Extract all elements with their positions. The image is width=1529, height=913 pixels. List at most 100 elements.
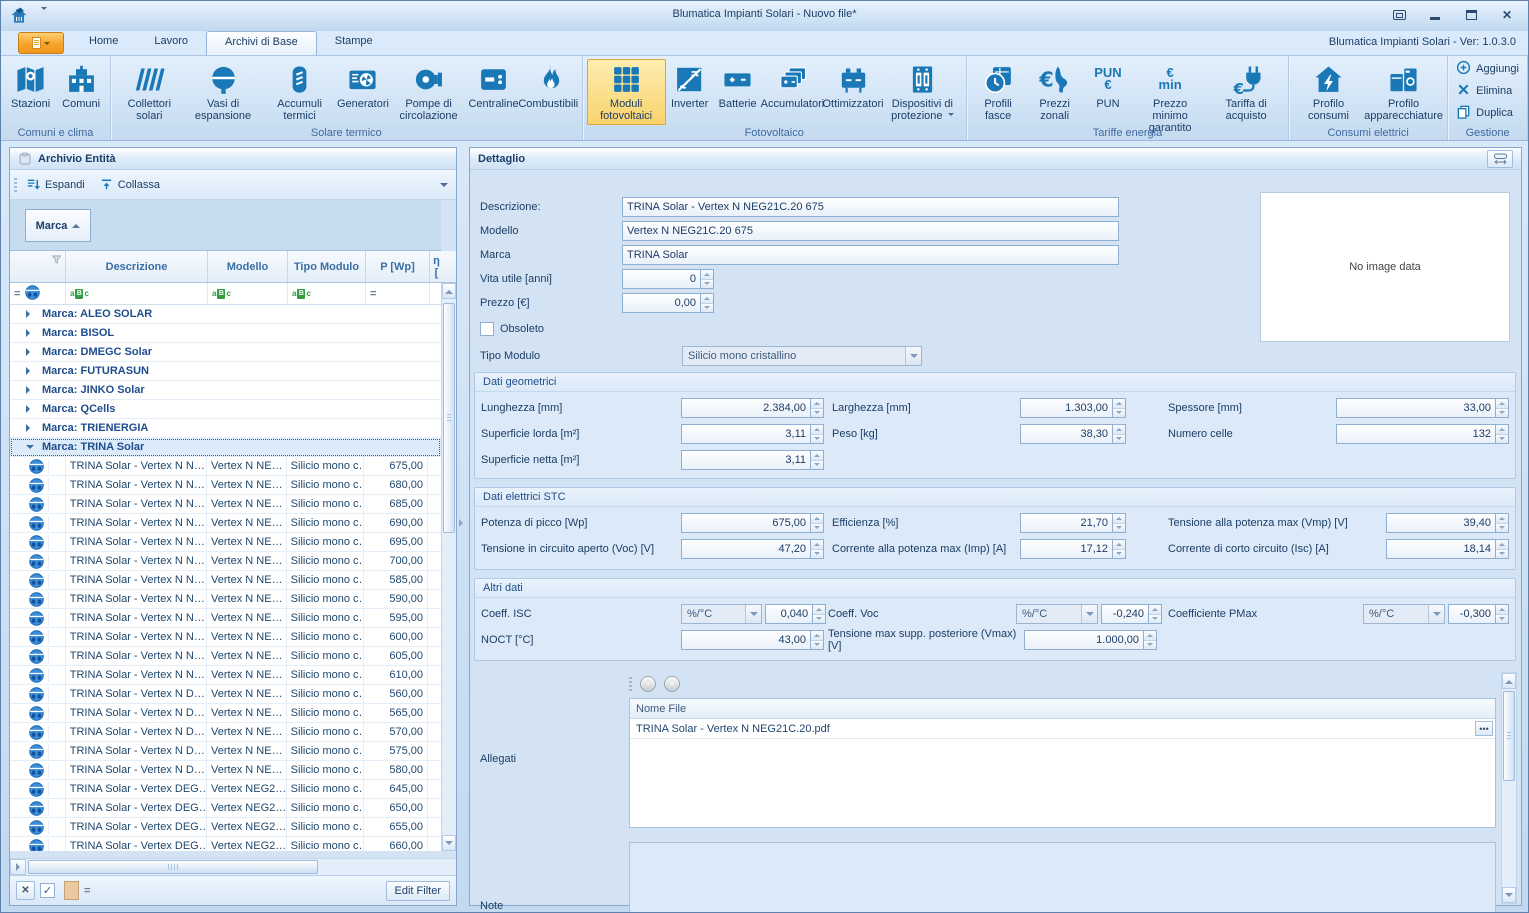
ribbon-item-combustibili[interactable]: Combustibili — [519, 59, 578, 113]
ribbon-item-generatori[interactable]: Generatori — [337, 59, 389, 113]
toolbar-grip[interactable] — [629, 677, 632, 691]
filter-equals-icon[interactable]: = — [370, 288, 376, 300]
column-header-descrizione[interactable]: Descrizione — [66, 251, 208, 282]
scrollbar-thumb[interactable] — [443, 303, 455, 533]
attachment-row[interactable]: TRINA Solar - Vertex N NEG21C.20.pdf ••• — [630, 719, 1495, 739]
group-row[interactable]: Marca: JINKO Solar — [10, 381, 441, 400]
scroll-up-icon[interactable] — [442, 283, 456, 299]
imp-input[interactable]: 17,12 — [1020, 539, 1113, 559]
tipo-modulo-select[interactable]: Silicio mono cristallino — [682, 346, 922, 366]
table-row[interactable]: TRINA Solar - Vertex N N… Vertex N NE… S… — [10, 514, 441, 533]
vmp-input[interactable]: 39,40 — [1386, 513, 1496, 533]
ribbon-item-dispositivi-di-protezione[interactable]: Dispositivi di protezione — [883, 59, 962, 125]
table-row[interactable]: TRINA Solar - Vertex N N… Vertex N NE… S… — [10, 552, 441, 571]
ribbon-item-tariffa-di-acquisto[interactable]: € Tariffa di acquisto — [1208, 59, 1284, 125]
expand-chevron-icon[interactable] — [26, 386, 34, 394]
descrizione-input[interactable]: TRINA Solar - Vertex N NEG21C.20 675 — [622, 197, 1119, 217]
table-row[interactable]: TRINA Solar - Vertex N N… Vertex N NE… S… — [10, 647, 441, 666]
table-row[interactable]: TRINA Solar - Vertex N N… Vertex N NE… S… — [10, 476, 441, 495]
ribbon-item-prezzo-minimo-garantito[interactable]: €min Prezzo minimo garantito — [1132, 59, 1208, 137]
ribbon-item-prezzi-zonali[interactable]: € Prezzi zonali — [1025, 59, 1084, 125]
minimize-button[interactable] — [1424, 7, 1446, 23]
scroll-right-icon[interactable] — [10, 859, 26, 875]
table-row[interactable]: TRINA Solar - Vertex N N… Vertex N NE… S… — [10, 666, 441, 685]
table-row[interactable]: TRINA Solar - Vertex N N… Vertex N NE… S… — [10, 495, 441, 514]
browse-attachment-button[interactable]: ••• — [1475, 721, 1493, 736]
ribbon-item-comuni[interactable]: Comuni — [56, 59, 106, 113]
expand-all-button[interactable]: Espandi — [26, 177, 85, 192]
panel-splitter[interactable] — [457, 147, 469, 906]
grid-vertical-scrollbar[interactable] — [441, 283, 456, 851]
superficie-lorda-input[interactable]: 3,11 — [681, 424, 811, 444]
fullscreen-button[interactable] — [1388, 7, 1410, 23]
vmax-input[interactable]: 1.000,00 — [1024, 630, 1144, 650]
dock-toggle-button[interactable] — [1487, 150, 1513, 168]
table-row[interactable]: TRINA Solar - Vertex N N… Vertex N NE… S… — [10, 590, 441, 609]
voc-input[interactable]: 47,20 — [681, 539, 811, 559]
column-header-modello[interactable]: Modello — [208, 251, 288, 282]
coeff-pmax-unit-select[interactable]: %/°C — [1363, 604, 1445, 624]
group-row[interactable]: Marca: ALEO SOLAR — [10, 305, 441, 324]
ribbon-item-pun[interactable]: PUN€ PUN — [1084, 59, 1132, 113]
marca-input[interactable]: TRINA Solar — [622, 245, 1119, 265]
scroll-up-icon[interactable] — [1502, 673, 1516, 689]
nome-file-column-header[interactable]: Nome File — [630, 699, 1495, 719]
collapse-chevron-icon[interactable] — [26, 445, 34, 453]
ribbon-item-batterie[interactable]: Batterie — [714, 59, 762, 113]
coeff-pmax-input[interactable]: -0,300 — [1448, 604, 1496, 624]
ribbon-item-vasi-di-espansione[interactable]: Vasi di espansione — [184, 59, 263, 125]
spessore-input[interactable]: 33,00 — [1336, 398, 1496, 418]
coeff-voc-unit-select[interactable]: %/°C — [1016, 604, 1098, 624]
ribbon-item-profili-fasce[interactable]: Profili fasce — [971, 59, 1026, 125]
application-menu-button[interactable] — [18, 32, 64, 54]
prezzo-spinner[interactable] — [701, 293, 714, 313]
coeff-isc-unit-select[interactable]: %/°C — [681, 604, 762, 624]
column-header-icon[interactable] — [10, 251, 66, 282]
table-row[interactable]: TRINA Solar - Vertex N N… Vertex N NE… S… — [10, 628, 441, 647]
ribbon-item-profilo-apparecchiature[interactable]: Profilo apparecchiature — [1364, 59, 1443, 125]
group-row[interactable]: Marca: FUTURASUN — [10, 362, 441, 381]
modello-input[interactable]: Vertex N NEG21C.20 675 — [622, 221, 1119, 241]
noct-input[interactable]: 43,00 — [681, 630, 811, 650]
vita-utile-spinner[interactable] — [701, 269, 714, 289]
ribbon-item-elimina[interactable]: Elimina — [1456, 82, 1512, 100]
column-header-p-wp[interactable]: P [Wp] — [366, 251, 430, 282]
filter-enabled-checkbox[interactable]: ✓ — [40, 883, 55, 898]
table-row[interactable]: TRINA Solar - Vertex DEG… Vertex NEG2… S… — [10, 818, 441, 837]
ribbon-item-accumuli-termici[interactable]: Accumuli termici — [262, 59, 336, 125]
ribbon-item-profilo-consumi[interactable]: Profilo consumi — [1293, 59, 1364, 125]
edit-filter-button[interactable]: Edit Filter — [386, 881, 450, 901]
add-attachment-button[interactable]: + — [640, 676, 656, 692]
toolbar-grip[interactable] — [14, 178, 17, 192]
expand-chevron-icon[interactable] — [26, 367, 34, 375]
vita-utile-input[interactable]: 0 — [622, 269, 701, 289]
table-row[interactable]: TRINA Solar - Vertex N D… Vertex N NE… S… — [10, 761, 441, 780]
table-row[interactable]: TRINA Solar - Vertex N D… Vertex N NE… S… — [10, 742, 441, 761]
scrollbar-thumb[interactable] — [1503, 691, 1515, 781]
detail-vertical-scrollbar[interactable] — [1501, 672, 1517, 904]
ribbon-item-collettori-solari[interactable]: Collettori solari — [115, 59, 184, 125]
table-row[interactable]: TRINA Solar - Vertex N N… Vertex N NE… S… — [10, 571, 441, 590]
expand-chevron-icon[interactable] — [26, 424, 34, 432]
ribbon-item-centraline[interactable]: Centraline — [468, 59, 519, 113]
coeff-isc-input[interactable]: 0,040 — [765, 604, 813, 624]
filter-funnel-icon[interactable] — [51, 254, 62, 265]
tab-stampe[interactable]: Stampe — [317, 31, 391, 55]
tab-lavoro[interactable]: Lavoro — [136, 31, 206, 55]
prezzo-input[interactable]: 0,00 — [622, 293, 701, 313]
ribbon-item-duplica[interactable]: Duplica — [1456, 104, 1513, 122]
isc-input[interactable]: 18,14 — [1386, 539, 1496, 559]
group-by-marca-chip[interactable]: Marca — [25, 209, 91, 242]
grid-horizontal-scrollbar[interactable] — [10, 858, 456, 875]
table-row[interactable]: TRINA Solar - Vertex N D… Vertex N NE… S… — [10, 685, 441, 704]
group-row[interactable]: Marca: TRIENERGIA — [10, 419, 441, 438]
expand-chevron-icon[interactable] — [26, 405, 34, 413]
toolbar-overflow-icon[interactable] — [440, 183, 448, 191]
peso-input[interactable]: 38,30 — [1020, 424, 1113, 444]
tab-archivi-di-base[interactable]: Archivi di Base — [206, 31, 317, 55]
column-header-tipo-modulo[interactable]: Tipo Modulo — [288, 251, 366, 282]
filter-equals-icon[interactable]: = — [14, 288, 20, 300]
table-row[interactable]: TRINA Solar - Vertex N D… Vertex N NE… S… — [10, 723, 441, 742]
potenza-picco-input[interactable]: 675,00 — [681, 513, 811, 533]
coeff-voc-input[interactable]: -0,240 — [1101, 604, 1149, 624]
